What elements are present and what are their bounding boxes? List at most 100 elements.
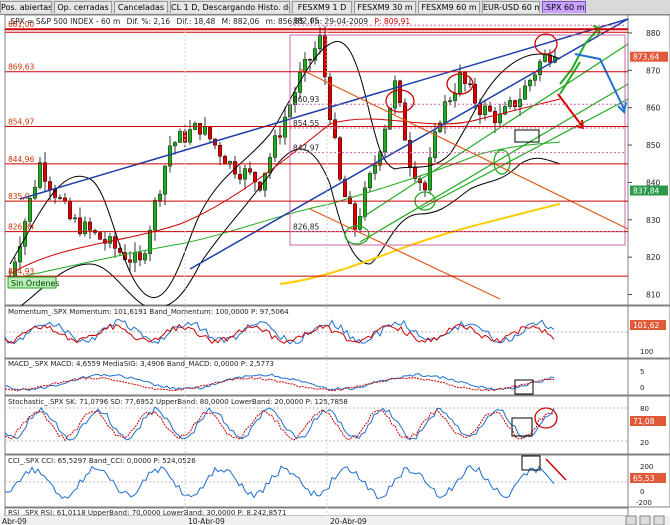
tab-fesxm9-1-d[interactable]: FESXM9 1 D — [292, 1, 352, 13]
rsi-title: RSI_.SPX RSI: 61,0118 UpperBand: 70,0000… — [8, 509, 286, 517]
secondary-price-badge: 837,84 — [633, 186, 659, 195]
candle-body — [278, 135, 283, 138]
chart-window: 882,05860,93854,55847,97826,85 881,00869… — [0, 14, 670, 525]
macd-tick-5: 5 — [640, 368, 644, 376]
candle-body — [58, 197, 63, 199]
candle-body — [368, 173, 373, 189]
candle-body — [132, 252, 137, 263]
stochastic-panel[interactable]: Stochastic_.SPX SK: 71,0796 SD: 77,6952 … — [4, 395, 670, 455]
cci-panel[interactable]: CCI_.SPX CCI: 65,5297 Band_CCI: 0,0000 P… — [4, 454, 670, 508]
candle-body — [222, 156, 227, 165]
cci-value-badge: 65,53 — [633, 474, 655, 483]
candle-body — [373, 165, 378, 174]
candle-body — [528, 80, 533, 87]
tab-canceladas[interactable]: Canceladas — [114, 1, 168, 13]
price-tick-label: 810 — [646, 291, 661, 300]
stochastic-title: Stochastic_.SPX SK: 71,0796 SD: 77,6952 … — [8, 398, 348, 406]
tab-pos-abiertas[interactable]: Pos. abiertas — [0, 1, 52, 13]
price-tick-label: 820 — [646, 253, 661, 262]
candle-body — [157, 193, 162, 201]
candle-body — [518, 99, 523, 108]
candle-body — [38, 162, 43, 188]
candle-body — [508, 100, 513, 107]
candle-body — [202, 126, 207, 135]
candle-body — [167, 145, 172, 167]
candle-body — [493, 111, 498, 123]
momentum-tick: 100 — [640, 348, 653, 356]
candle-body — [318, 35, 323, 49]
cci-tick-minus-200: -200 — [636, 499, 652, 507]
level-label: 854,97 — [8, 117, 34, 126]
price-tick-label: 870 — [646, 66, 661, 75]
candle-body — [127, 259, 132, 263]
candle-body — [483, 105, 488, 115]
cci-tick-0: 0 — [640, 488, 644, 496]
candle-body — [107, 236, 112, 244]
candle-body — [177, 131, 182, 143]
candle-body — [338, 137, 343, 180]
macd-tick-0: 0 — [640, 384, 644, 392]
candle-body — [363, 187, 368, 217]
candle-body — [423, 182, 428, 191]
tab-op-cerradas[interactable]: Op. cerradas — [54, 1, 112, 13]
price-panel[interactable]: 882,05860,93854,55847,97826,85 881,00869… — [4, 14, 670, 315]
candle-body — [443, 101, 448, 124]
cci-tick-200: 200 — [640, 463, 653, 471]
last-price-badge: 873,64 — [633, 53, 659, 62]
tab-spx-60-m[interactable]: .SPX 60 m — [542, 1, 586, 13]
sin-ordenes-label: Sin Órdenes — [11, 277, 60, 288]
stochastic-value-badge: 71,08 — [633, 417, 655, 426]
candle-body — [28, 197, 33, 222]
candle-body — [513, 100, 518, 108]
candle-body — [152, 200, 157, 231]
candle-body — [398, 80, 403, 103]
box-level-label: 826,85 — [293, 223, 319, 232]
x-axis-label: 10-Abr-09 — [188, 517, 225, 525]
candle-body — [533, 74, 538, 81]
chart-tabs: Pos. abiertas Op. cerradas Canceladas CL 1 … — [0, 0, 670, 15]
chart-header: .SPX = S&P 500 INDEX - 60 m Dif. %: 2,16… — [8, 17, 410, 26]
x-axis-label: 20-Abr-09 — [330, 517, 367, 525]
tab-eur-usd-60-m[interactable]: EUR-USD 60 m — [482, 1, 540, 13]
candle-body — [142, 253, 147, 261]
momentum-title: Momentum_.SPX Momentum: 101,6191 Band_Mo… — [8, 308, 289, 316]
level-label: 869,63 — [8, 63, 34, 72]
macd-title: MACD_.SPX MACD: 4,6559 MediaSIG: 3,4906 … — [8, 360, 274, 368]
rsi-panel[interactable]: RSI_.SPX RSI: 61,0118 UpperBand: 70,0000… — [4, 507, 629, 517]
candle-body — [383, 128, 388, 153]
box-level-label: 854,55 — [293, 119, 319, 128]
momentum-value-badge: 101,62 — [633, 321, 659, 330]
tab-fesxm9-30-m[interactable]: FESXM9 30 m — [354, 1, 416, 13]
candle-body — [323, 35, 328, 78]
candle-body — [237, 173, 242, 180]
candle-body — [308, 59, 313, 61]
price-tick-label: 830 — [646, 216, 661, 225]
candle-body — [488, 105, 493, 112]
candle-body — [97, 232, 102, 240]
scroll-buttons[interactable] — [625, 515, 665, 525]
stochastic-tick-80: 80 — [640, 405, 649, 413]
candle-body — [498, 113, 503, 123]
candle-body — [448, 100, 453, 102]
cci-title: CCI_.SPX CCI: 65,5297 Band_CCI: 0,0000 P… — [8, 457, 196, 465]
tab-cl-1-d-descargando-histo-de-cl[interactable]: CL 1 D, Descargando Histo. de [CL] — [170, 1, 290, 13]
momentum-panel[interactable]: Momentum_.SPX Momentum: 101,6191 Band_Mo… — [4, 305, 670, 359]
candle-body — [187, 129, 192, 143]
macd-panel[interactable]: MACD_.SPX MACD: 4,6559 MediaSIG: 3,4906 … — [4, 358, 670, 396]
candle-body — [67, 201, 72, 220]
candle-body — [468, 83, 473, 85]
candle-body — [33, 187, 38, 199]
candle-body — [473, 83, 478, 104]
candle-body — [458, 72, 463, 94]
candle-body — [207, 126, 212, 140]
candle-body — [43, 162, 48, 182]
candle-body — [197, 123, 202, 135]
candle-body — [72, 217, 77, 220]
candle-body — [87, 221, 92, 231]
level-label: 844,96 — [8, 155, 34, 164]
candle-body — [523, 85, 528, 100]
tab-fesxm9-60-m[interactable]: FESXM9 60 m — [418, 1, 480, 13]
candle-body — [247, 168, 252, 173]
box-level-label: 860,93 — [293, 95, 319, 104]
candle-body — [112, 236, 117, 249]
